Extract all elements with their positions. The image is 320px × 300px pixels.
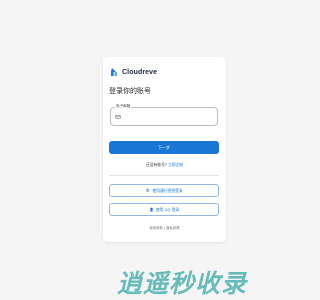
- brand-name: Cloudreve: [122, 68, 158, 76]
- brand-logo: Cloudreve: [109, 67, 157, 77]
- footer-links: 使用条款|隐私政策: [103, 225, 226, 230]
- qq-login-label: 使用 QQ 登录: [155, 206, 180, 212]
- signup-link[interactable]: 立即注册: [168, 162, 183, 167]
- page-title: 登录你的账号: [109, 87, 151, 95]
- qq-login-button[interactable]: 使用 QQ 登录: [109, 203, 219, 216]
- email-label: 电子邮箱: [115, 104, 132, 109]
- cloudreve-logo-icon: [111, 68, 117, 76]
- terms-link[interactable]: 使用条款: [149, 226, 163, 230]
- watermark-text: 逍遥秒收录: [117, 269, 248, 298]
- divider: [109, 175, 219, 176]
- passkey-login-button[interactable]: 使用通行密钥登录: [109, 184, 219, 197]
- email-input[interactable]: [124, 110, 214, 123]
- fingerprint-icon: [146, 188, 150, 193]
- email-icon: [115, 115, 121, 119]
- signup-prompt: 还没有账号?: [145, 162, 167, 167]
- signup-row: 还没有账号?立即注册: [103, 162, 226, 168]
- login-card: Cloudreve 登录你的账号 电子邮箱 下一步 还没有账号?立即注册 使用通…: [103, 57, 226, 242]
- privacy-link[interactable]: 隐私政策: [166, 226, 180, 230]
- next-button[interactable]: 下一步: [109, 141, 219, 154]
- email-field[interactable]: [110, 107, 218, 126]
- qq-icon: [149, 207, 153, 212]
- footer-separator: |: [163, 226, 166, 230]
- passkey-login-label: 使用通行密钥登录: [152, 187, 183, 193]
